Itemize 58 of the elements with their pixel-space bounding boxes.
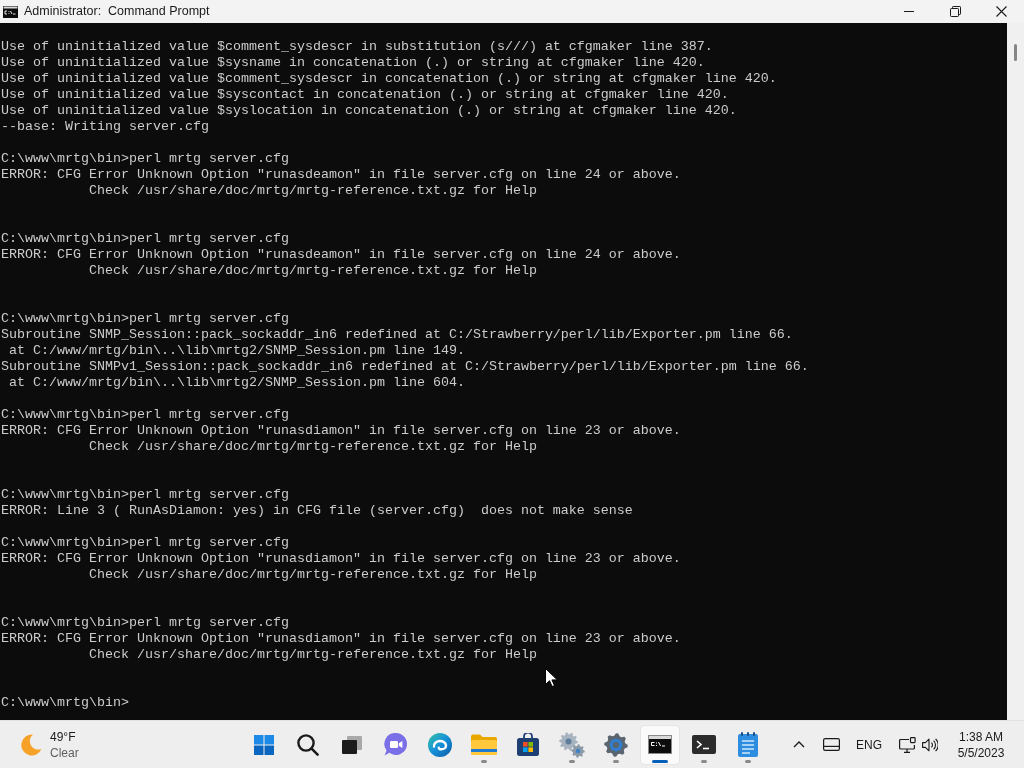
- notepad-icon: [738, 732, 758, 757]
- console-line: Use of uninitialized value $comment_sysdescr in concatenation (.) or string at cfgmaker line 420.: [1, 71, 777, 87]
- console-line: ERROR: CFG Error Unknown Option "runasdiamon" in file server.cfg on line 23 or above.: [1, 423, 681, 439]
- weather-condition-text: Clear: [50, 744, 79, 761]
- search-icon: [297, 733, 319, 756]
- close-icon: [995, 6, 1007, 17]
- console-line: C:\www\mrtg\bin>: [1, 695, 129, 711]
- window-title: Administrator: Command Prompt: [24, 3, 210, 21]
- windows-logo-icon: [254, 734, 274, 755]
- crescent-moon-icon: [20, 733, 42, 756]
- video-chat-icon: [384, 733, 408, 756]
- console-line: C:\www\mrtg\bin>perl mrtg server.cfg: [1, 151, 289, 167]
- console-line: Check /usr/share/doc/mrtg/mrtg-reference.txt.gz for Help: [87, 183, 537, 199]
- clock-button[interactable]: 1:38 AM 5/5/2023: [949, 724, 1013, 765]
- console-icon: [3, 5, 18, 18]
- mouse-pointer-icon: [545, 668, 557, 687]
- console-line: C:\www\mrtg\bin>perl mrtg server.cfg: [1, 535, 289, 551]
- console-line: Check /usr/share/doc/mrtg/mrtg-reference.txt.gz for Help: [87, 439, 537, 455]
- console-line: ERROR: CFG Error Unknown Option "runasdeamon" in file server.cfg on line 24 or above.: [1, 247, 681, 263]
- language-button[interactable]: ENG: [850, 724, 888, 765]
- console-line: C:\www\mrtg\bin>perl mrtg server.cfg: [1, 231, 289, 247]
- console-line: at C:/www/mrtg/bin\..\lib\mrtg2/SNMP_Session.pm line 604.: [8, 375, 465, 391]
- console-line: Subroutine SNMP_Session::pack_sockaddr_in6 redefined at C:/Strawberry/perl/lib/Exporter.pm line 66.: [1, 327, 793, 343]
- console-line: ERROR: CFG Error Unknown Option "runasdeamon" in file server.cfg on line 24 or above.: [1, 167, 681, 183]
- speaker-icon: [921, 737, 938, 752]
- console-line: C:\www\mrtg\bin>perl mrtg server.cfg: [1, 615, 289, 631]
- console-line: --base: Writing server.cfg: [1, 119, 209, 135]
- console-line: Check /usr/share/doc/mrtg/mrtg-reference.txt.gz for Help: [87, 263, 537, 279]
- console-line: ERROR: CFG Error Unknown Option "runasdiamon" in file server.cfg on line 23 or above.: [1, 631, 681, 647]
- task-view-icon: [342, 735, 362, 754]
- console-line: C:\www\mrtg\bin>perl mrtg server.cfg: [1, 311, 289, 327]
- settings-icon: [604, 732, 628, 757]
- console-line: Use of uninitialized value $comment_sysdescr in substitution (s///) at cfgmaker line 387.: [1, 39, 713, 55]
- console-line: Subroutine SNMPv1_Session::pack_sockaddr_in6 redefined at C:/Strawberry/perl/lib/Exporter.pm line 66.: [1, 359, 809, 375]
- console-line: Use of uninitialized value $syslocation in concatenation (.) or string at cfgmaker line 420.: [1, 103, 737, 119]
- restore-icon: [949, 6, 961, 17]
- terminal-icon: [692, 735, 716, 754]
- console-line: at C:/www/mrtg/bin\..\lib\mrtg2/SNMP_Session.pm line 149.: [8, 343, 465, 359]
- console-line: Use of uninitialized value $sysname in concatenation (.) or string at cfgmaker line 420.: [1, 55, 705, 71]
- console-line: Check /usr/share/doc/mrtg/mrtg-reference.txt.gz for Help: [87, 567, 537, 583]
- console-line: C:\www\mrtg\bin>perl mrtg server.cfg: [1, 407, 289, 423]
- chevron-up-icon: [793, 741, 805, 748]
- scrollbar-thumb[interactable]: [1014, 44, 1017, 61]
- swirl-icon: [428, 732, 452, 757]
- console-line: ERROR: Line 3 ( RunAsDiamon: yes) in CFG file (server.cfg) does not make sense: [1, 503, 633, 519]
- console-line: Use of uninitialized value $syscontact in concatenation (.) or string at cfgmaker line 420.: [1, 87, 729, 103]
- console-icon: [648, 735, 672, 754]
- temperature-text: 49°F: [50, 728, 76, 745]
- tablet-icon: [822, 738, 840, 751]
- minimize-icon: [904, 11, 914, 12]
- monitor-icon: [898, 736, 916, 753]
- folder-icon: [471, 734, 497, 755]
- console-line: ERROR: CFG Error Unknown Option "runasdiamon" in file server.cfg on line 23 or above.: [1, 551, 681, 567]
- console-line: Check /usr/share/doc/mrtg/mrtg-reference.txt.gz for Help: [87, 647, 537, 663]
- gears-icon: [559, 731, 585, 758]
- shopping-bag-icon: [517, 733, 539, 756]
- console-line: C:\www\mrtg\bin>perl mrtg server.cfg: [1, 487, 289, 503]
- taskbar-app-button[interactable]: [640, 724, 680, 765]
